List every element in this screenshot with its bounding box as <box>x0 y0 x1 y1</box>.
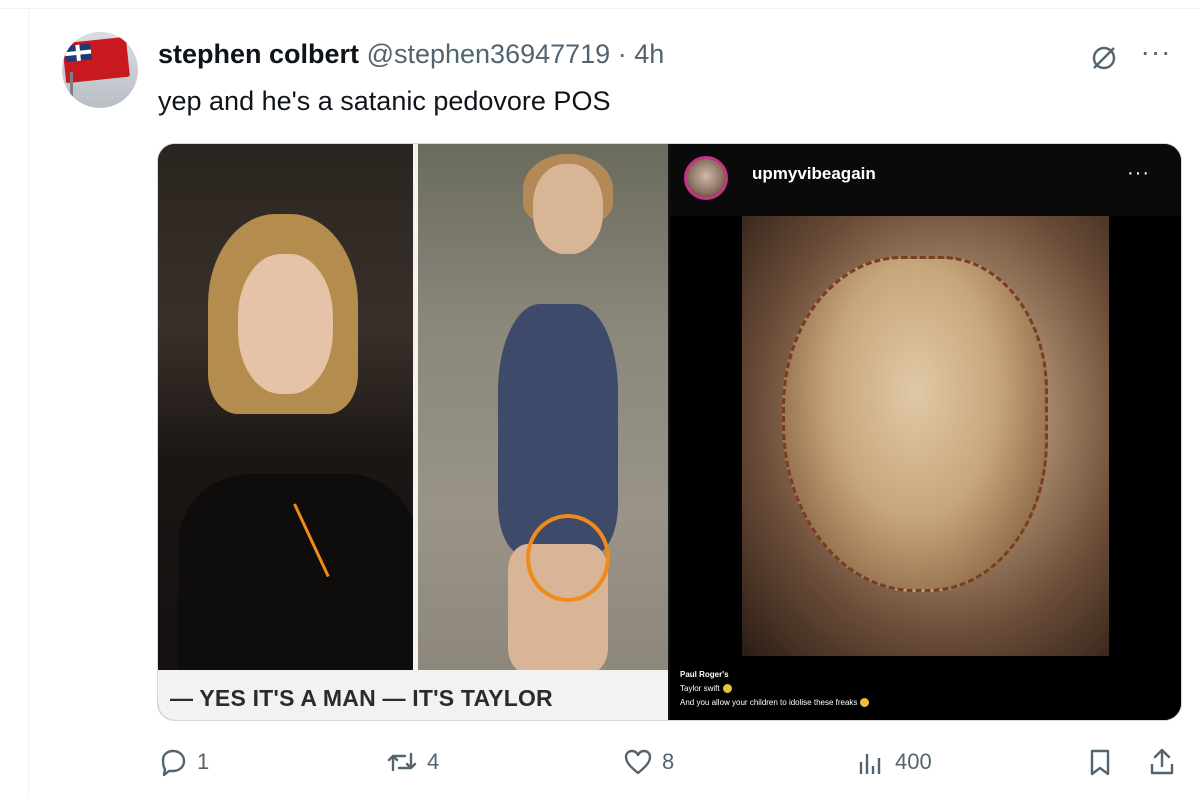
photo-swimsuit <box>418 144 668 670</box>
timeline-left-border <box>28 9 29 798</box>
bookmark-button[interactable] <box>1084 746 1116 778</box>
reply-count: 1 <box>197 749 210 774</box>
photo-concert <box>158 144 413 670</box>
instagram-caption-text: And you allow your children to idolise t… <box>680 698 858 707</box>
instagram-username: upmyvibeagain <box>752 164 876 183</box>
instagram-post-header: upmyvibeagain ··· <box>670 144 1181 216</box>
instagram-caption-line: And you allow your children to idolise t… <box>680 698 870 708</box>
instagram-more-icon: ··· <box>1127 162 1150 184</box>
view-count: 400 <box>895 749 932 774</box>
emoji-icon <box>722 684 732 694</box>
emoji-icon <box>860 698 870 708</box>
like-count: 8 <box>662 749 675 774</box>
repost-count: 4 <box>427 749 440 774</box>
reply-button[interactable]: 1 <box>157 746 209 778</box>
collage-caption: — YES IT'S A MAN — IT'S TAYLOR <box>170 685 553 711</box>
tweet-actions: 1 4 8 400 <box>0 740 1200 786</box>
like-button[interactable]: 8 <box>622 746 674 778</box>
instagram-caption-author: Paul Roger's <box>680 670 729 679</box>
share-icon <box>1150 748 1174 775</box>
avatar[interactable] <box>62 32 138 108</box>
heart-icon <box>624 749 652 775</box>
tweet-text: yep and he's a satanic pedovore POS <box>158 86 611 116</box>
views-button[interactable]: 400 <box>855 746 932 778</box>
instagram-avatar <box>684 156 728 200</box>
user-handle[interactable]: @stephen36947719 <box>367 39 611 69</box>
instagram-caption-text: Taylor swift <box>680 684 720 693</box>
separator-dot: · <box>617 39 627 69</box>
bookmark-icon <box>1090 749 1110 776</box>
tweet-media[interactable]: — YES IT'S A MAN — IT'S TAYLOR upmyvibea… <box>157 143 1182 721</box>
stitched-mask-image <box>782 256 1048 592</box>
reply-icon <box>161 749 186 777</box>
instagram-caption-line: Taylor swift <box>680 684 732 694</box>
display-name[interactable]: stephen colbert <box>158 39 359 69</box>
instagram-screenshot: upmyvibeagain ··· Paul Roger's Taylor sw… <box>670 144 1181 720</box>
highlight-circle <box>526 514 610 602</box>
grok-icon[interactable] <box>1086 40 1122 76</box>
tweet-header: stephen colbert @stephen36947719 · 4h <box>158 38 664 70</box>
grok-icon-svg <box>1092 46 1116 70</box>
timeline-divider <box>0 0 1200 9</box>
timestamp[interactable]: 4h <box>634 39 664 69</box>
instagram-caption-area <box>670 656 1181 720</box>
instagram-photo <box>742 216 1109 656</box>
share-button[interactable] <box>1146 746 1178 778</box>
views-icon <box>859 754 881 774</box>
repost-button[interactable]: 4 <box>385 746 439 778</box>
more-options-button[interactable]: ··· <box>1136 38 1176 74</box>
repost-icon <box>387 752 417 772</box>
